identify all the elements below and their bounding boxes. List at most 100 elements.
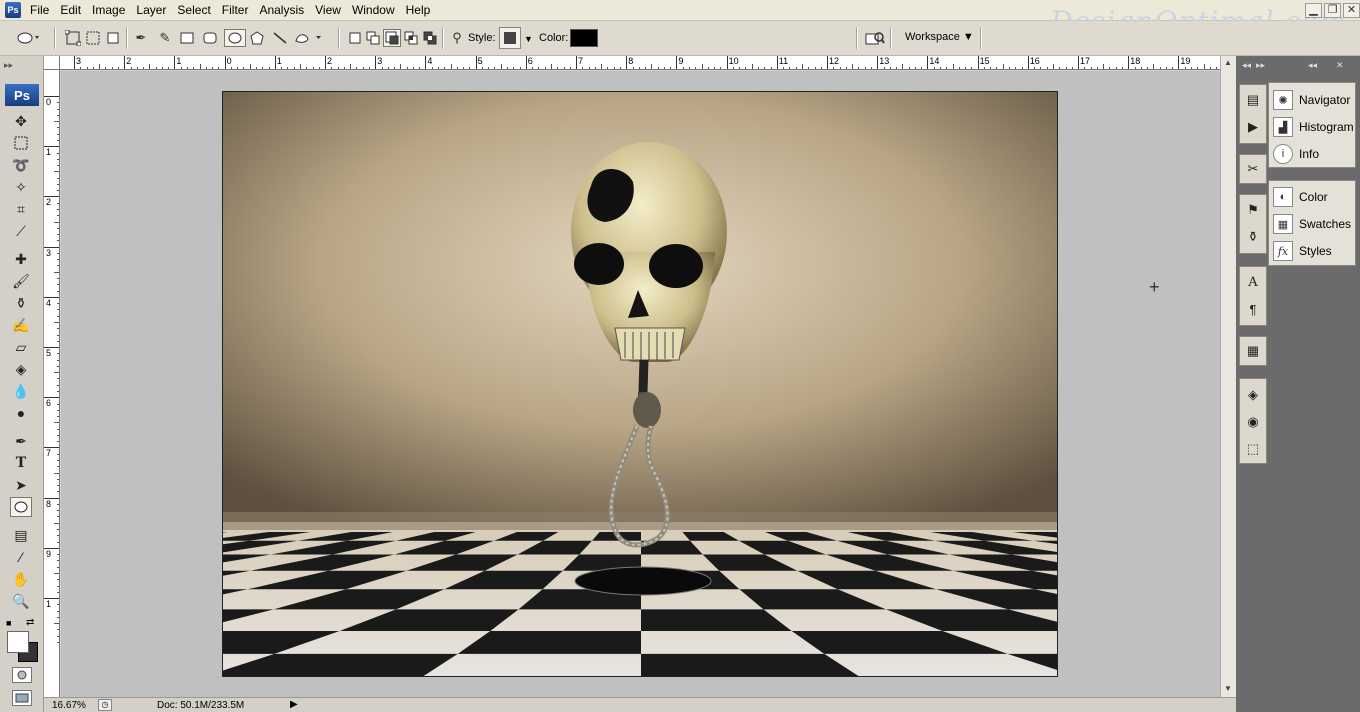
quick-mask-icon[interactable] <box>12 667 32 683</box>
status-menu-arrow-icon[interactable]: ▶ <box>290 699 298 710</box>
notes-tool-icon[interactable]: ▤ <box>10 525 32 545</box>
panel-color[interactable]: ◐ Color <box>1273 186 1328 208</box>
eyedropper-icon[interactable]: ⁄ <box>10 547 32 567</box>
vertical-scrollbar[interactable]: ▲ ▼ <box>1220 56 1236 697</box>
clone-stamp-icon[interactable]: ⚱ <box>10 293 32 313</box>
fill-pixels-icon[interactable] <box>104 29 122 47</box>
brushes-panel-icon[interactable]: ⚑ <box>1243 200 1263 220</box>
ruler-label: 6 <box>46 398 52 409</box>
scroll-down-icon[interactable]: ▼ <box>1224 684 1232 693</box>
paragraph-panel-icon[interactable]: ¶ <box>1243 299 1263 319</box>
menu-select[interactable]: Select <box>172 0 216 21</box>
panel-histogram[interactable]: ▟ Histogram <box>1273 116 1354 138</box>
subtract-shape-area-icon[interactable] <box>383 29 401 47</box>
restore-button[interactable]: ❐ <box>1324 3 1341 18</box>
freeform-pen-icon[interactable]: ✎ <box>156 29 174 47</box>
collapse-arrows-icon[interactable]: ◂◂ <box>1242 60 1251 71</box>
magic-wand-tool-icon[interactable]: ✧ <box>10 177 32 197</box>
close-button[interactable]: ✕ <box>1343 3 1360 18</box>
status-icon[interactable]: ◷ <box>98 699 112 711</box>
paint-bucket-icon[interactable]: ◈ <box>10 359 32 379</box>
dodge-tool-icon[interactable]: ● <box>10 403 32 423</box>
panel-close-icon[interactable]: ✕ <box>1336 60 1344 71</box>
slice-tool-icon[interactable]: ⟋ <box>10 221 32 241</box>
panel-info[interactable]: i Info <box>1273 143 1319 165</box>
default-colors-icon[interactable]: ■ <box>6 618 11 628</box>
paths-panel-icon[interactable]: ⬚ <box>1243 439 1263 459</box>
new-shape-layer-icon[interactable] <box>346 29 364 47</box>
tool-presets-icon[interactable]: ✂ <box>1243 159 1263 179</box>
lasso-tool-icon[interactable]: ➰ <box>10 155 32 175</box>
hand-tool-icon[interactable]: ✋ <box>10 569 32 589</box>
layers-panel-icon[interactable]: ◈ <box>1243 385 1263 405</box>
move-tool-icon[interactable]: ✥ <box>10 111 32 131</box>
style-picker[interactable] <box>499 27 521 49</box>
menu-file[interactable]: File <box>25 0 55 21</box>
line-icon[interactable] <box>271 29 289 47</box>
app-icon[interactable]: Ps <box>5 2 21 18</box>
marquee-tool-icon[interactable] <box>10 133 32 153</box>
actions-panel-icon[interactable]: ▶ <box>1243 117 1263 137</box>
type-tool-icon[interactable]: T <box>10 453 32 473</box>
healing-brush-icon[interactable]: ✚ <box>10 249 32 269</box>
panel-swatches[interactable]: ▦ Swatches <box>1273 213 1351 235</box>
menu-edit[interactable]: Edit <box>55 0 87 21</box>
exclude-shape-areas-icon[interactable] <box>421 29 439 47</box>
ellipse-tool-icon[interactable] <box>10 497 32 517</box>
ellipse-icon[interactable] <box>224 29 246 47</box>
rounded-rectangle-icon[interactable] <box>201 29 219 47</box>
horizontal-ruler[interactable]: 3 2 1 0 1 2 3 4 5 6 7 8 9 10 11 12 13 14 15 16 17 18 19 <box>60 56 1220 70</box>
menu-help[interactable]: Help <box>401 0 437 21</box>
rectangle-icon[interactable] <box>178 29 196 47</box>
crop-tool-icon[interactable]: ⌗ <box>10 199 32 219</box>
polygon-icon[interactable] <box>248 29 266 47</box>
foreground-color-swatch[interactable] <box>7 631 29 653</box>
scroll-up-icon[interactable]: ▲ <box>1224 58 1232 67</box>
ellipse-preset-icon <box>17 32 39 44</box>
intersect-shape-areas-icon[interactable] <box>402 29 420 47</box>
collapse-arrows-icon[interactable]: ▸▸ <box>4 60 13 71</box>
menu-filter[interactable]: Filter <box>217 0 255 21</box>
history-brush-icon[interactable]: ✍ <box>10 315 32 335</box>
expand-arrows-icon[interactable]: ▸▸ <box>1256 60 1265 71</box>
swap-colors-icon[interactable]: ⇄ <box>26 617 34 628</box>
workspace-menu[interactable]: Workspace ▼ <box>905 31 974 43</box>
menu-image[interactable]: Image <box>87 0 131 21</box>
brush-tool-icon[interactable]: 🖌 <box>10 271 32 291</box>
photoshop-logo[interactable]: Ps <box>5 84 39 106</box>
pen-tool-icon[interactable]: ✒ <box>10 431 32 451</box>
minimize-button[interactable]: ▁ <box>1305 3 1322 18</box>
panel-styles[interactable]: fx Styles <box>1273 240 1332 262</box>
menu-analysis[interactable]: Analysis <box>254 0 310 21</box>
document-canvas[interactable] <box>222 91 1058 677</box>
ruler-origin[interactable] <box>44 56 60 70</box>
channels-panel-icon[interactable]: ◉ <box>1243 412 1263 432</box>
paths-icon[interactable] <box>84 29 102 47</box>
zoom-level[interactable]: 16.67% <box>52 700 86 711</box>
histogram-icon: ▟ <box>1273 117 1293 137</box>
screen-mode-icon[interactable] <box>12 690 32 706</box>
file-browser-icon[interactable] <box>864 29 886 47</box>
chevron-down-icon[interactable]: ▼ <box>524 34 533 44</box>
panel-navigator[interactable]: ✺ Navigator <box>1273 89 1350 111</box>
custom-shape-icon[interactable] <box>294 29 324 47</box>
menu-layer[interactable]: Layer <box>131 0 172 21</box>
clone-source-icon[interactable]: ⚱ <box>1243 227 1263 247</box>
layer-comps-icon[interactable]: ▦ <box>1243 341 1263 361</box>
add-shape-area-icon[interactable] <box>364 29 382 47</box>
color-swatch[interactable] <box>570 29 598 47</box>
menu-view[interactable]: View <box>310 0 347 21</box>
character-panel-icon[interactable]: A <box>1243 272 1263 292</box>
history-panel-icon[interactable]: ▤ <box>1243 90 1263 110</box>
zoom-tool-icon[interactable]: 🔍 <box>10 591 32 611</box>
path-selection-icon[interactable]: ➤ <box>10 475 32 495</box>
menu-window[interactable]: Window <box>347 0 401 21</box>
link-style-icon[interactable]: ⚲ <box>448 29 466 47</box>
eraser-tool-icon[interactable]: ▱ <box>10 337 32 357</box>
tool-preset-picker[interactable] <box>16 29 42 47</box>
blur-tool-icon[interactable]: 💧 <box>10 381 32 401</box>
collapse-arrows-icon[interactable]: ◂◂ <box>1308 60 1317 71</box>
pen-icon[interactable]: ✒ <box>132 29 150 47</box>
shape-layers-icon[interactable] <box>64 29 82 47</box>
vertical-ruler[interactable]: 0 1 2 3 4 5 6 7 8 9 1 <box>44 70 60 697</box>
